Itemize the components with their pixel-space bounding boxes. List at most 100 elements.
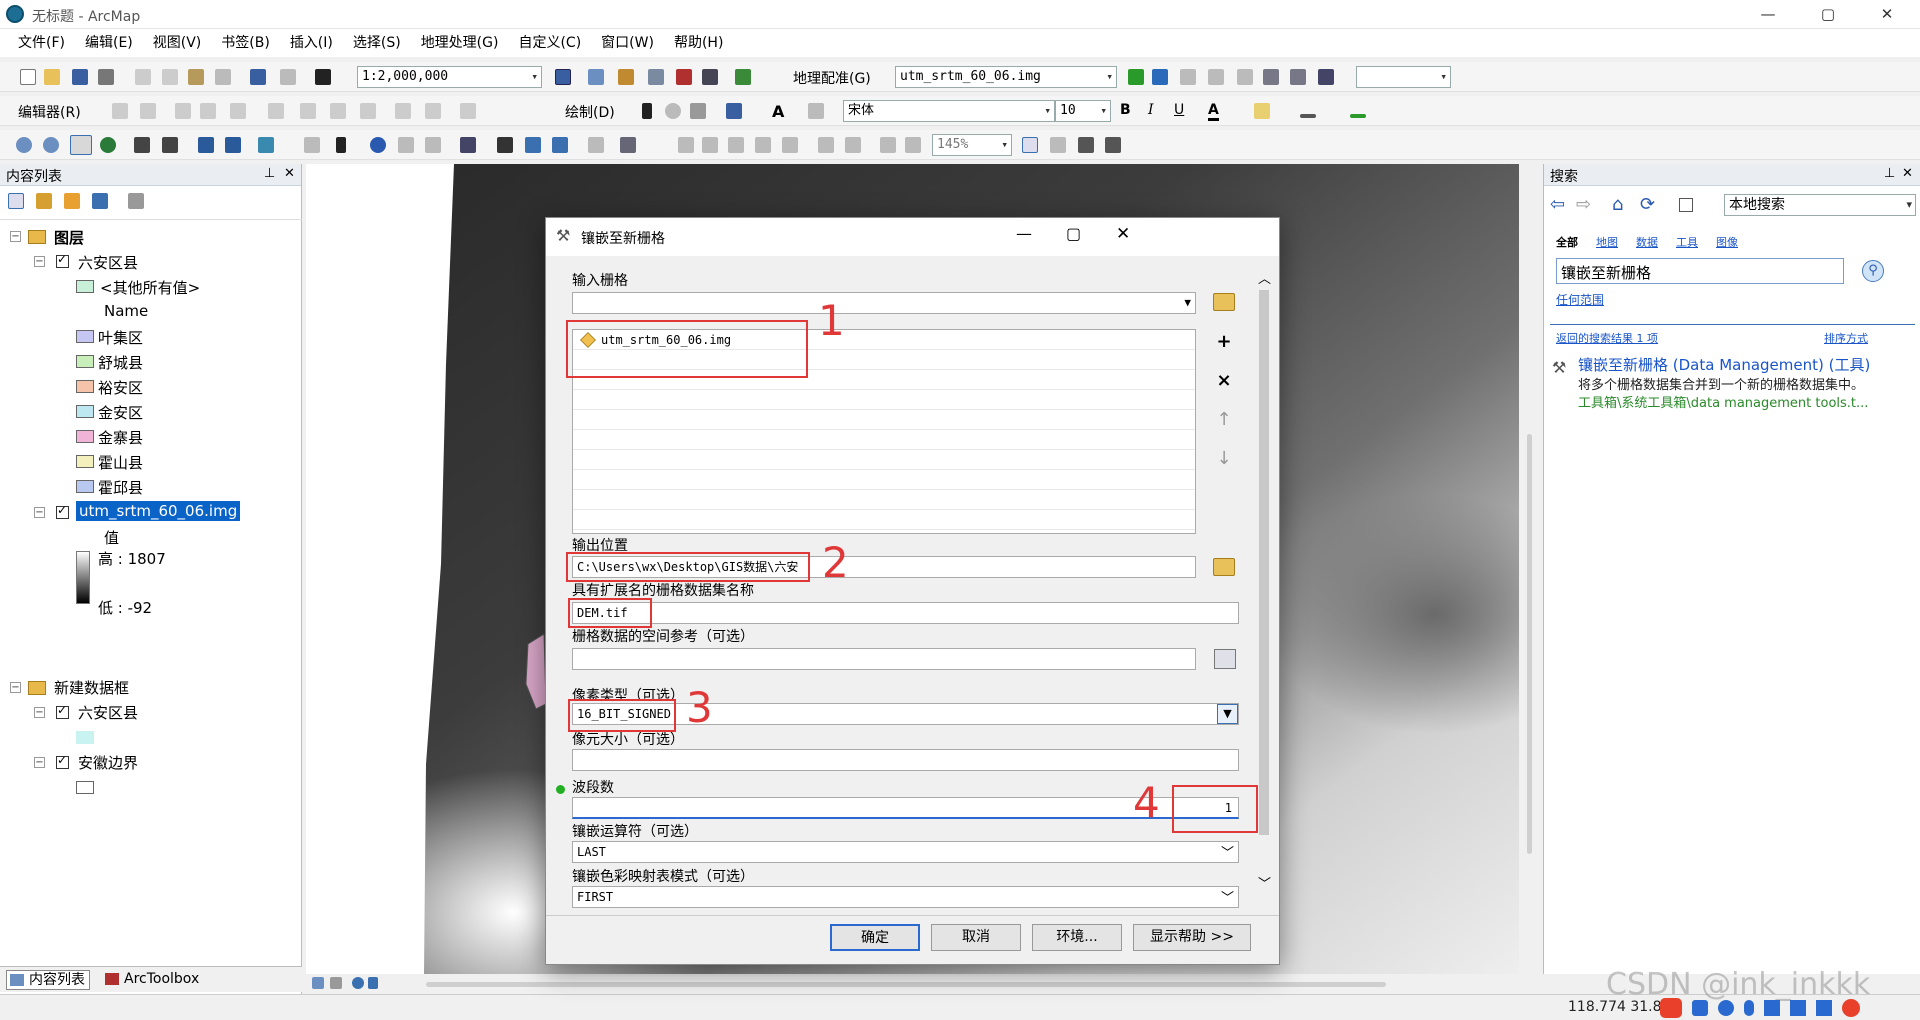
- legend-swatch[interactable]: [76, 380, 94, 393]
- georef-layer-combo[interactable]: utm_srtm_60_06.img: [895, 66, 1117, 88]
- zoom-whole-page-icon[interactable]: [755, 137, 771, 153]
- tab-table-of-contents[interactable]: 内容列表: [6, 970, 90, 990]
- chevron-down-icon[interactable]: ﹀: [1221, 842, 1234, 861]
- tray-icon[interactable]: [1718, 1000, 1734, 1016]
- input-method-icon[interactable]: [1660, 998, 1682, 1018]
- extent-filter[interactable]: 任何范围: [1556, 291, 1604, 308]
- measure-tool-icon[interactable]: [460, 137, 476, 153]
- cell-size-input[interactable]: [572, 749, 1239, 771]
- undo-icon[interactable]: [250, 69, 266, 85]
- chevron-down-icon[interactable]: ﹀: [1221, 887, 1234, 906]
- list-by-selection-icon[interactable]: [92, 193, 108, 209]
- dataset-name-input[interactable]: DEM.tif: [572, 602, 1239, 624]
- legend-swatch[interactable]: [76, 355, 94, 368]
- filter-images[interactable]: 图像: [1716, 234, 1738, 250]
- tray-icon[interactable]: [1692, 1000, 1708, 1016]
- auto-registration-icon[interactable]: [1152, 69, 1168, 85]
- search-result-title[interactable]: 镶嵌至新栅格 (Data Management) (工具): [1578, 354, 1870, 375]
- collapse-icon[interactable]: −: [34, 507, 45, 518]
- annotation-edit-icon[interactable]: [140, 103, 156, 119]
- legend-swatch[interactable]: [76, 480, 94, 493]
- search-go-icon[interactable]: ⚲: [1862, 260, 1884, 282]
- layer-visibility-checkbox[interactable]: [56, 753, 69, 769]
- tray-icon[interactable]: [1816, 1000, 1832, 1016]
- pause-drawing-icon[interactable]: [368, 977, 378, 989]
- rotate-tool-icon[interactable]: [360, 103, 376, 119]
- collapse-icon[interactable]: −: [34, 707, 45, 718]
- paste-icon[interactable]: [188, 69, 204, 85]
- tray-icon[interactable]: [1764, 1000, 1780, 1016]
- vertical-scrollbar[interactable]: [1522, 164, 1540, 974]
- line-color-icon[interactable]: [1300, 114, 1316, 118]
- search-close-icon[interactable]: ✕: [1902, 166, 1913, 181]
- font-size-combo[interactable]: 10: [1055, 100, 1111, 122]
- sketch-properties-icon[interactable]: [425, 103, 441, 119]
- cut-icon[interactable]: [135, 69, 151, 85]
- dialog-maximize-button[interactable]: ▢: [1066, 224, 1081, 243]
- menu-windows[interactable]: 窗口(W): [591, 29, 664, 57]
- drawing-menu[interactable]: 绘制(D): [565, 102, 615, 122]
- view-options-icon[interactable]: [1679, 198, 1693, 212]
- focus-data-frame-icon[interactable]: [1050, 137, 1066, 153]
- move-down-button[interactable]: ↓: [1211, 447, 1237, 471]
- select-elements-tool-icon[interactable]: [336, 137, 346, 153]
- copy-icon[interactable]: [162, 69, 178, 85]
- editor-menu[interactable]: 编辑器(R): [18, 102, 81, 122]
- edit-tool-icon[interactable]: [112, 103, 128, 119]
- full-extent-icon[interactable]: [100, 137, 116, 153]
- horizontal-scrollbar[interactable]: [426, 982, 1386, 987]
- legend-swatch[interactable]: [76, 455, 94, 468]
- measure-icon[interactable]: [1318, 69, 1334, 85]
- pin-icon[interactable]: ⊥: [264, 166, 275, 181]
- toc-options-icon[interactable]: [128, 193, 144, 209]
- spatial-reference-properties-icon[interactable]: [1214, 649, 1236, 669]
- legend-swatch[interactable]: [76, 280, 94, 293]
- spatial-reference-input[interactable]: [572, 648, 1196, 670]
- collapse-icon[interactable]: −: [34, 256, 45, 267]
- save-icon[interactable]: [72, 69, 88, 85]
- ok-button[interactable]: 确定: [830, 924, 920, 951]
- back-extent-icon[interactable]: [198, 137, 214, 153]
- filter-all[interactable]: 全部: [1556, 234, 1578, 250]
- time-slider-icon[interactable]: [588, 137, 604, 153]
- minimize-button[interactable]: —: [1745, 0, 1791, 29]
- hyperlink-icon[interactable]: [398, 137, 414, 153]
- filter-tools[interactable]: 工具: [1676, 234, 1698, 250]
- legend-swatch[interactable]: [76, 330, 94, 343]
- georeferencing-menu[interactable]: 地理配准(G): [793, 68, 871, 88]
- layer-visibility-checkbox[interactable]: [56, 703, 69, 719]
- layers-root[interactable]: 图层: [54, 227, 84, 248]
- menu-customize[interactable]: 自定义(C): [508, 29, 591, 57]
- edit-vertices-icon[interactable]: [808, 103, 824, 119]
- go-to-xy-icon[interactable]: [552, 137, 568, 153]
- add-row-button[interactable]: +: [1211, 330, 1237, 354]
- back-arrow-icon[interactable]: ⇦: [1550, 194, 1565, 215]
- font-color-button[interactable]: A: [1208, 102, 1219, 121]
- create-viewer-window-icon[interactable]: [620, 137, 636, 153]
- close-button[interactable]: ✕: [1864, 0, 1910, 29]
- list-by-source-icon[interactable]: [36, 193, 52, 209]
- menu-bookmarks[interactable]: 书签(B): [211, 29, 280, 57]
- collapse-icon[interactable]: −: [10, 231, 21, 242]
- next-extent-layout-icon[interactable]: [905, 137, 921, 153]
- menu-selection[interactable]: 选择(S): [343, 29, 411, 57]
- italic-button[interactable]: I: [1148, 102, 1154, 118]
- menu-view[interactable]: 视图(V): [143, 29, 212, 57]
- cut-polygons-icon[interactable]: [330, 103, 346, 119]
- forward-arrow-icon[interactable]: ⇨: [1576, 194, 1591, 215]
- zoom-in-icon[interactable]: [16, 137, 32, 153]
- add-data-icon[interactable]: [315, 69, 331, 85]
- fixed-zoom-out-layout-icon[interactable]: [845, 137, 861, 153]
- layer-visibility-checkbox[interactable]: [56, 252, 69, 268]
- modelbuilder-icon[interactable]: [735, 69, 751, 85]
- scale-icon[interactable]: [1237, 69, 1253, 85]
- catalog-icon[interactable]: [618, 69, 634, 85]
- layer-visibility-checkbox[interactable]: [56, 503, 69, 519]
- move-up-button[interactable]: ↑: [1211, 408, 1237, 432]
- toc-icon[interactable]: [588, 69, 604, 85]
- legend-swatch[interactable]: [76, 430, 94, 443]
- filter-data[interactable]: 数据: [1636, 234, 1658, 250]
- end-point-arc-icon[interactable]: [200, 103, 216, 119]
- rectangle-icon[interactable]: [726, 103, 742, 119]
- legend-swatch[interactable]: [76, 405, 94, 418]
